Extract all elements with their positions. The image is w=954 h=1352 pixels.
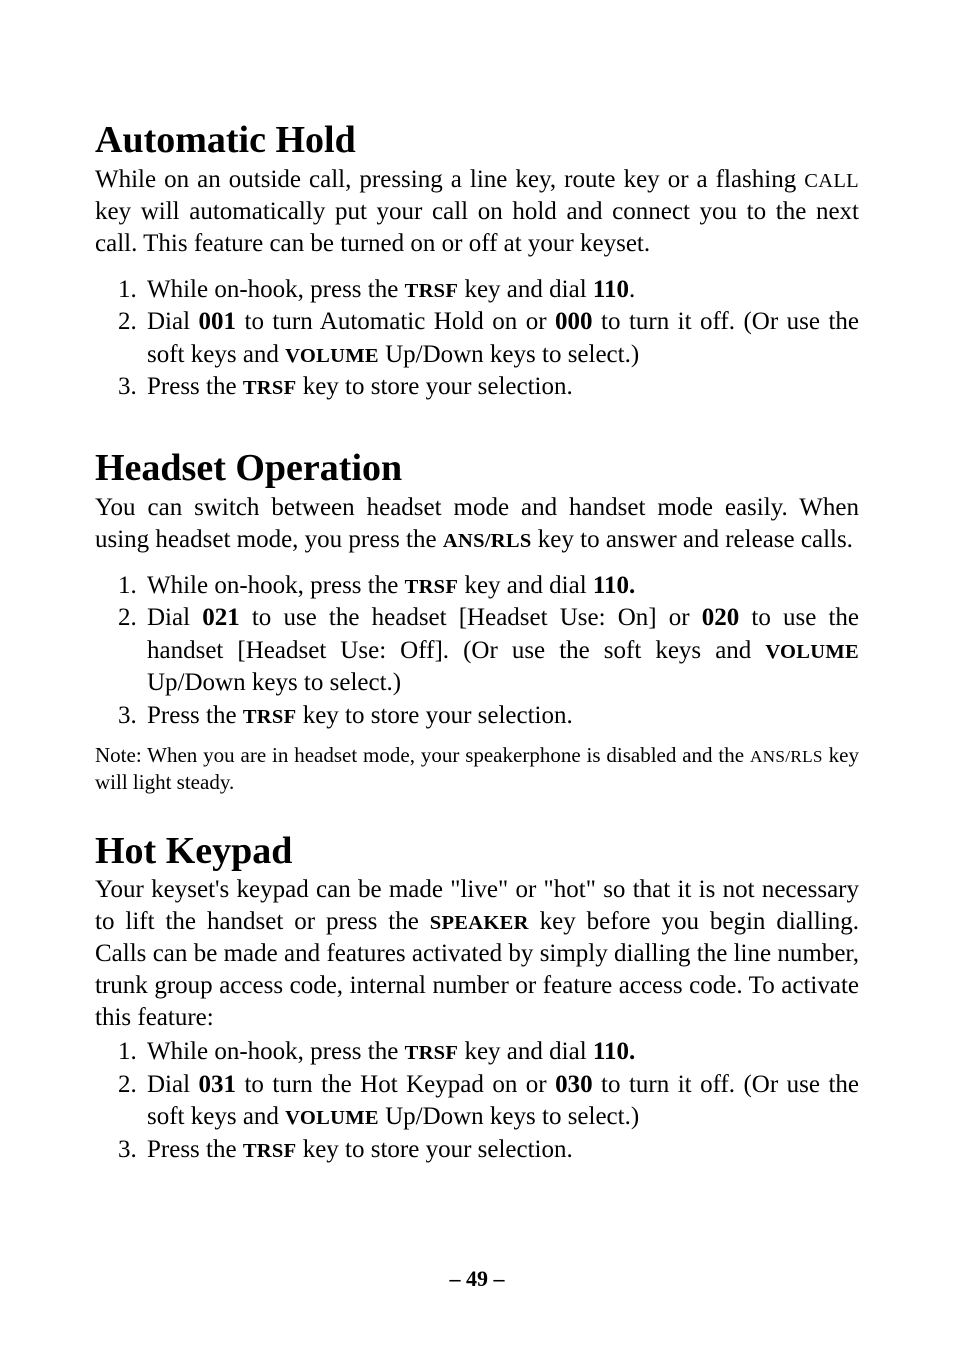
- step-item: While on-hook, press the TRSF key and di…: [143, 274, 859, 307]
- section-automatic-hold: Automatic Hold While on an outside call,…: [95, 120, 859, 404]
- step-item: Press the TRSF key to store your selecti…: [143, 1134, 859, 1167]
- step-list: While on-hook, press the TRSF key and di…: [95, 1036, 859, 1166]
- section-intro: While on an outside call, pressing a lin…: [95, 164, 859, 260]
- step-list: While on-hook, press the TRSF key and di…: [95, 274, 859, 404]
- section-note: Note: When you are in headset mode, your…: [95, 742, 859, 797]
- step-item: Press the TRSF key to store your selecti…: [143, 371, 859, 404]
- step-list: While on-hook, press the TRSF key and di…: [95, 570, 859, 733]
- section-headset-operation: Headset Operation You can switch between…: [95, 448, 859, 797]
- step-item: Dial 031 to turn the Hot Keypad on or 03…: [143, 1069, 859, 1134]
- step-item: Dial 001 to turn Automatic Hold on or 00…: [143, 306, 859, 371]
- step-item: While on-hook, press the TRSF key and di…: [143, 570, 859, 603]
- page-footer: – 49 –: [0, 1266, 954, 1292]
- document-page: Automatic Hold While on an outside call,…: [0, 0, 954, 1352]
- section-hot-keypad: Hot Keypad Your keyset's keypad can be m…: [95, 831, 859, 1167]
- section-intro: Your keyset's keypad can be made "live" …: [95, 874, 859, 1034]
- page-number: – 49 –: [450, 1266, 505, 1291]
- section-gap: [95, 797, 859, 831]
- step-item: Press the TRSF key to store your selecti…: [143, 700, 859, 733]
- section-intro: You can switch between headset mode and …: [95, 492, 859, 556]
- step-item: While on-hook, press the TRSF key and di…: [143, 1036, 859, 1069]
- step-item: Dial 021 to use the headset [Headset Use…: [143, 602, 859, 700]
- section-heading: Hot Keypad: [95, 831, 859, 873]
- section-heading: Automatic Hold: [95, 120, 859, 162]
- section-heading: Headset Operation: [95, 448, 859, 490]
- section-gap: [95, 414, 859, 448]
